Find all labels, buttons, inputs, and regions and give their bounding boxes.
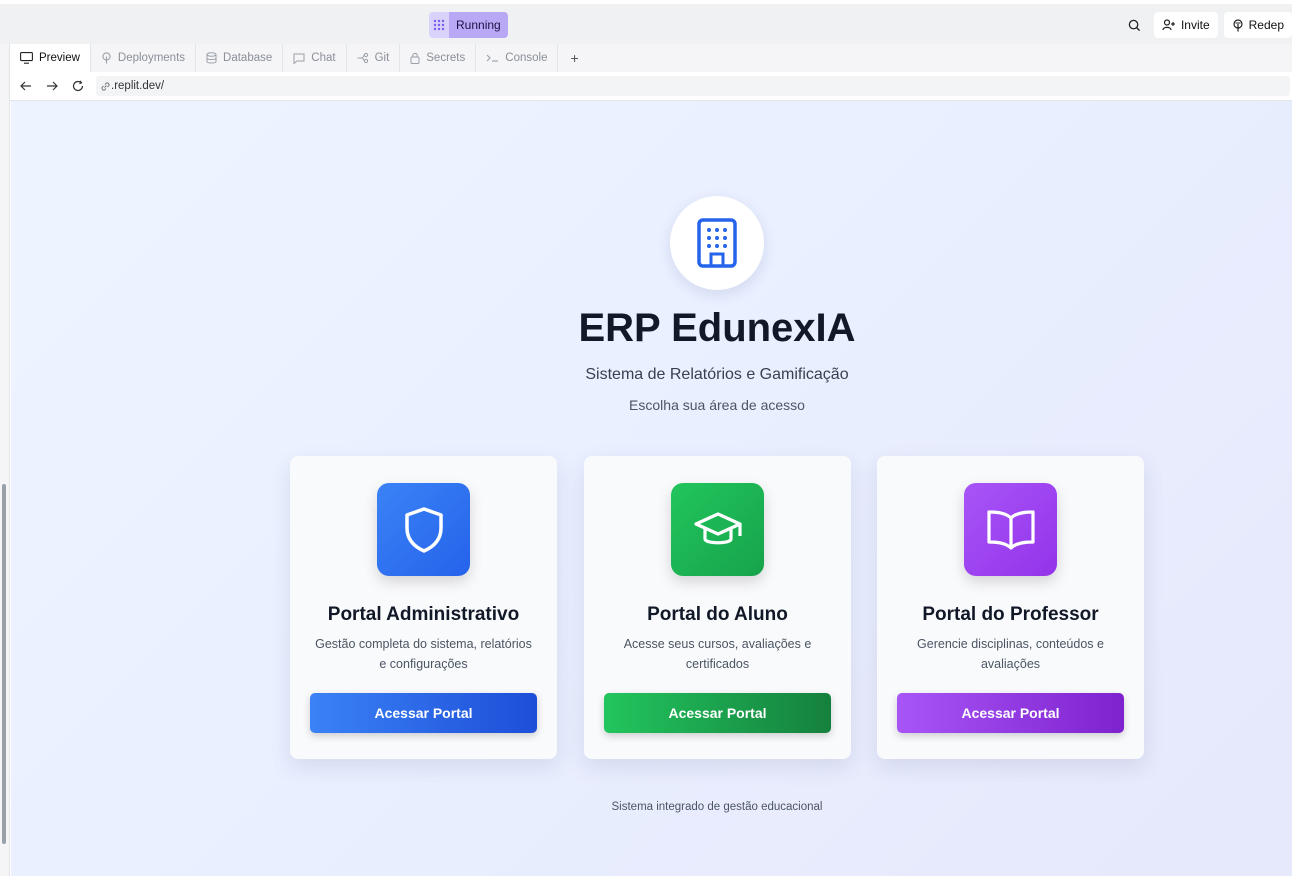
lock-icon (410, 52, 420, 64)
left-gutter (0, 44, 10, 876)
redeploy-button[interactable]: Redep (1223, 12, 1292, 38)
search-icon[interactable] (1122, 12, 1148, 38)
tab-label: Chat (311, 52, 336, 64)
redeploy-label: Redep (1248, 18, 1284, 32)
graduation-cap-icon (671, 483, 764, 576)
tab-label: Secrets (426, 52, 466, 64)
shield-icon (377, 483, 470, 576)
tab-label: Database (223, 52, 273, 64)
database-icon (206, 52, 217, 64)
workspace-topbar: Running Invite Redep (0, 0, 1292, 44)
link-icon (101, 81, 110, 91)
run-dots-icon (429, 12, 449, 38)
teacher-portal-button[interactable]: Acessar Portal (897, 693, 1124, 733)
chat-icon (293, 53, 305, 64)
page-subtitle: Sistema de Relatórios e Gamificação (585, 366, 849, 383)
app-preview: ERP EdunexIA Sistema de Relatórios e Gam… (11, 101, 1292, 876)
card-teacher: Portal do Professor Gerencie disciplinas… (877, 456, 1144, 759)
run-status[interactable]: Running (429, 12, 508, 38)
tab-label: Deployments (117, 52, 186, 64)
admin-portal-button[interactable]: Acessar Portal (310, 693, 537, 733)
add-user-icon (1162, 19, 1175, 31)
footer-text: Sistema integrado de gestão educacional (611, 801, 823, 813)
card-description: Gerencie disciplinas, conteúdos e avalia… (917, 637, 1104, 671)
new-tab-button[interactable]: + (558, 44, 590, 72)
card-student: Portal do Aluno Acesse seus cursos, aval… (584, 456, 851, 759)
tab-label: Git (374, 52, 390, 64)
tab-preview[interactable]: Preview (10, 44, 91, 72)
deploy-icon (102, 52, 111, 64)
card-title: Portal do Professor (922, 604, 1099, 625)
tab-label: Preview (39, 52, 80, 64)
git-icon (357, 52, 368, 64)
tab-label: Console (505, 52, 548, 64)
tab-console[interactable]: Console (476, 44, 559, 72)
card-title: Portal do Aluno (647, 604, 788, 625)
topbar-actions: Invite Redep (1122, 12, 1292, 38)
url-field[interactable]: .replit.dev/ (96, 76, 1290, 96)
monitor-icon (20, 52, 33, 64)
scrollbar[interactable] (2, 484, 6, 844)
logo (670, 196, 764, 290)
card-admin: Portal Administrativo Gestão completa do… (290, 456, 557, 759)
reload-icon[interactable] (70, 78, 86, 94)
deploy-icon (1233, 18, 1243, 31)
invite-button[interactable]: Invite (1153, 12, 1218, 38)
url-text: .replit.dev/ (111, 80, 165, 92)
terminal-icon (486, 54, 499, 62)
student-portal-button[interactable]: Acessar Portal (604, 693, 831, 733)
tab-deployments[interactable]: Deployments (91, 44, 197, 72)
card-description: Gestão completa do sistema, relatórios e… (315, 637, 532, 671)
tab-secrets[interactable]: Secrets (400, 44, 477, 72)
run-status-label: Running (449, 12, 508, 38)
access-hint: Escolha sua área de acesso (629, 397, 805, 413)
tab-database[interactable]: Database (196, 44, 284, 72)
back-arrow-icon[interactable] (18, 78, 34, 94)
preview-urlbar: .replit.dev/ (10, 72, 1292, 101)
book-open-icon (964, 483, 1057, 576)
workspace-tabs: Preview Deployments Database Chat Git Se… (10, 44, 1292, 72)
building-icon (697, 218, 737, 268)
card-description: Acesse seus cursos, avaliações e certifi… (623, 637, 812, 671)
tab-chat[interactable]: Chat (283, 44, 347, 72)
tab-git[interactable]: Git (347, 44, 401, 72)
forward-arrow-icon[interactable] (44, 78, 60, 94)
page-title: ERP EdunexIA (578, 306, 856, 350)
card-title: Portal Administrativo (327, 604, 520, 625)
invite-label: Invite (1180, 18, 1210, 32)
